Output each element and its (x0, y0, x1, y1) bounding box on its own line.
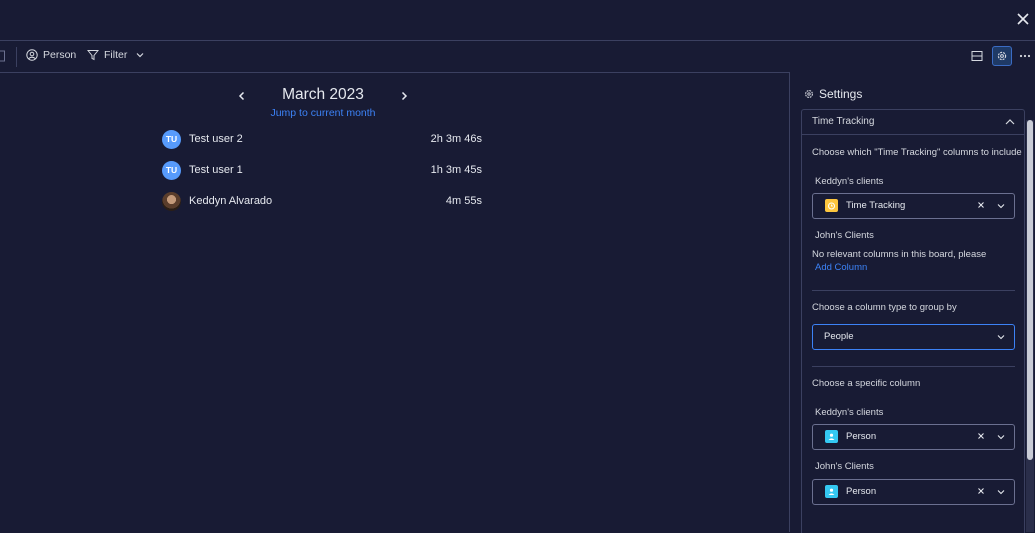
filter-button[interactable]: Filter (87, 49, 145, 61)
panel-scrollbar[interactable] (1026, 120, 1034, 532)
board-name: Keddyn's clients (815, 407, 884, 418)
gear-icon (805, 90, 813, 98)
choose-columns-text: Choose which "Time Tracking" columns to … (812, 147, 1022, 158)
month-title: March 2023 (282, 86, 364, 103)
section-title: Time Tracking (812, 116, 875, 127)
close-icon[interactable] (1013, 9, 1033, 29)
chevron-down-icon[interactable] (996, 332, 1006, 342)
board-name: John's Clients (815, 230, 874, 241)
time-tracking-section: Time Tracking Choose which "Time Trackin… (801, 109, 1025, 533)
divider (812, 366, 1015, 367)
filter-label: Filter (104, 49, 128, 61)
person-filter-label: Person (43, 49, 77, 61)
board-name: Keddyn's clients (815, 176, 884, 187)
chevron-up-icon[interactable] (1004, 116, 1016, 128)
collapse-icon[interactable] (0, 50, 6, 62)
chevron-down-icon[interactable] (996, 487, 1006, 497)
person-icon (825, 485, 838, 498)
person-filter-button[interactable]: Person (26, 49, 76, 61)
next-month-arrow-icon[interactable] (398, 90, 410, 102)
clear-icon[interactable] (976, 486, 986, 496)
chevron-down-icon[interactable] (996, 201, 1006, 211)
user-time: 1h 3m 45s (430, 164, 482, 176)
select-value: People (824, 331, 854, 342)
person-column-select[interactable]: Person (812, 424, 1015, 450)
settings-title-text: Settings (819, 87, 863, 101)
add-column-link[interactable]: Add Column (815, 262, 867, 273)
person-circle-icon (26, 49, 38, 61)
user-row[interactable]: TU Test user 2 2h 3m 46s (162, 128, 482, 150)
scrollbar-thumb[interactable] (1027, 120, 1033, 460)
settings-panel: Settings Time Tracking Choose which "Tim… (789, 72, 1035, 533)
chevron-down-icon (136, 53, 144, 58)
board-name: John's Clients (815, 461, 874, 472)
person-icon (825, 430, 838, 443)
user-name: Keddyn Alvarado (189, 195, 273, 207)
avatar: TU (162, 129, 181, 149)
month-navigation: March 2023 (230, 84, 416, 108)
select-value: Person (846, 486, 877, 497)
section-header[interactable]: Time Tracking (802, 110, 1024, 135)
user-time: 2h 3m 46s (430, 133, 482, 145)
time-tracking-icon (825, 199, 838, 212)
layout-toggle-icon[interactable] (967, 46, 987, 66)
person-column-select[interactable]: Person (812, 479, 1015, 505)
divider (812, 290, 1015, 291)
user-row[interactable]: Keddyn Alvarado 4m 55s (162, 190, 482, 212)
chevron-down-icon[interactable] (996, 432, 1006, 442)
user-name: Test user 1 (189, 164, 243, 176)
settings-gear-icon[interactable] (992, 46, 1012, 66)
select-value: Person (846, 431, 877, 442)
clear-icon[interactable] (976, 200, 986, 210)
board-toolbar: Person Filter (0, 41, 1035, 73)
settings-title: Settings (804, 87, 862, 101)
user-time: 4m 55s (445, 195, 482, 207)
specific-column-label: Choose a specific column (812, 378, 921, 389)
avatar: TU (162, 160, 181, 180)
toolbar-divider (16, 47, 17, 67)
time-tracking-column-select[interactable]: Time Tracking (812, 193, 1015, 219)
clear-icon[interactable] (976, 431, 986, 441)
no-columns-text: No relevant columns in this board, pleas… (812, 249, 987, 260)
top-bar (0, 0, 1035, 41)
user-row[interactable]: TU Test user 1 1h 3m 45s (162, 159, 482, 181)
user-name: Test user 2 (189, 133, 243, 145)
group-by-label: Choose a column type to group by (812, 302, 957, 313)
more-options-icon[interactable] (1015, 46, 1035, 66)
select-value: Time Tracking (846, 200, 906, 211)
avatar-photo (162, 191, 181, 211)
jump-to-current-month-link[interactable]: Jump to current month (240, 107, 406, 119)
group-by-select[interactable]: People (812, 324, 1015, 350)
filter-icon (87, 50, 99, 61)
